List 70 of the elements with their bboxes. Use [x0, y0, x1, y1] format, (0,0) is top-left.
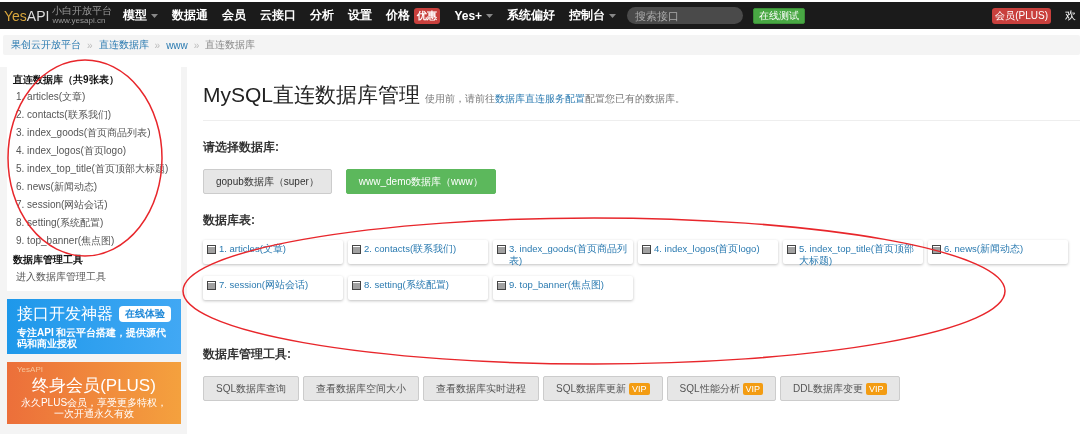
- vip-badge: VIP: [866, 382, 887, 395]
- table-icon: [207, 245, 216, 254]
- banner-title: 接口开发神器: [17, 304, 113, 324]
- banner-logo: YesAPI: [17, 365, 44, 375]
- sidebar-link[interactable]: 6. news(新闻动态): [13, 178, 175, 196]
- breadcrumb-separator: »: [87, 39, 93, 51]
- sidebar-link[interactable]: 8. setting(系统配置): [13, 214, 175, 232]
- table-icon: [642, 245, 651, 254]
- breadcrumb-link[interactable]: 果创云开放平台: [11, 38, 81, 52]
- table-icon: [497, 281, 506, 290]
- table-icon: [352, 245, 361, 254]
- greeting-text: 欢: [1065, 8, 1076, 23]
- banner-text: 永久PLUS会员，享受更多特权，一次开通永久有效: [19, 397, 169, 419]
- breadcrumb-separator: »: [193, 39, 200, 51]
- sidebar-link[interactable]: 进入数据库管理工具: [13, 268, 175, 286]
- menu-item[interactable]: 模型: [116, 2, 166, 29]
- sidebar-link[interactable]: 1. articles(文章): [13, 88, 175, 106]
- table-card[interactable]: 7. session(网站会话): [203, 276, 343, 300]
- menu-item[interactable]: 控制台: [562, 2, 624, 29]
- database-button[interactable]: gopub数据库（super）: [203, 169, 332, 194]
- breadcrumb-link[interactable]: www: [166, 39, 188, 51]
- menu-item[interactable]: 设置: [341, 2, 380, 29]
- vip-badge: VIP: [629, 382, 650, 395]
- membership-badge[interactable]: 会员(PLUS): [992, 7, 1051, 24]
- table-icon: [497, 245, 506, 254]
- breadcrumb-current: 直连数据库: [205, 38, 256, 52]
- section-heading: 数据库表:: [203, 212, 256, 229]
- tool-button[interactable]: SQL数据库查询: [203, 376, 299, 401]
- page-hint: 使用前，请前往数据库直连服务配置配置您已有的数据库。: [425, 92, 685, 106]
- table-card[interactable]: 8. setting(系统配置): [348, 276, 488, 300]
- banner-title: 终身会员(PLUS): [32, 376, 156, 396]
- section-heading: 请选择数据库:: [203, 139, 280, 156]
- table-icon: [352, 281, 361, 290]
- table-card[interactable]: 6. news(新闻动态): [928, 240, 1068, 264]
- tool-button[interactable]: DDL数据库变更 VIP: [780, 376, 900, 401]
- menu-item[interactable]: 系统偏好: [500, 2, 563, 29]
- promo-badge: 优惠: [414, 7, 441, 24]
- promo-banner[interactable]: 接口开发神器 在线体验 专注API 和云平台搭建，提供源代码和商业授权: [7, 299, 181, 354]
- table-icon: [207, 281, 216, 290]
- try-online-button[interactable]: 在线体验: [119, 306, 171, 322]
- sidebar-link[interactable]: 3. index_goods(首页商品列表): [13, 124, 175, 142]
- menu-item[interactable]: 云接口: [253, 2, 304, 29]
- table-card[interactable]: 4. index_logos(首页logo): [638, 240, 778, 264]
- table-icon: [787, 245, 796, 254]
- banner-text: 专注API 和云平台搭建，提供源代码和商业授权: [17, 327, 168, 349]
- search-field[interactable]: 搜索接口: [627, 7, 744, 24]
- menu-item[interactable]: Yes+: [447, 2, 501, 29]
- tool-button[interactable]: SQL数据库更新 VIP: [543, 376, 663, 401]
- table-card[interactable]: 5. index_top_title(首页顶部大标题): [783, 240, 923, 264]
- sidebar-link[interactable]: 4. index_logos(首页logo): [13, 142, 175, 160]
- tool-button[interactable]: 查看数据库实时进程: [423, 376, 539, 401]
- logo-tagline: 小白开放平台: [52, 5, 113, 16]
- config-link[interactable]: 数据库直连服务配置: [495, 93, 585, 104]
- table-card[interactable]: 3. index_goods(首页商品列表): [493, 240, 633, 264]
- logo-text[interactable]: YesAPI: [4, 7, 50, 24]
- table-card[interactable]: 9. top_banner(焦点图): [493, 276, 633, 300]
- section-heading: 数据库管理工具:: [203, 346, 292, 363]
- logo-url: www.yesapi.cn: [52, 15, 106, 26]
- tool-button[interactable]: SQL性能分析 VIP: [666, 376, 777, 401]
- menu-item[interactable]: 数据通: [165, 2, 216, 29]
- tool-button[interactable]: 查看数据库空间大小: [303, 376, 419, 401]
- menu-item[interactable]: 价格 优惠: [379, 2, 448, 29]
- table-icon: [932, 245, 941, 254]
- table-card[interactable]: 2. contacts(联系我们): [348, 240, 488, 264]
- vip-badge: VIP: [742, 382, 764, 395]
- menu-item[interactable]: 会员: [215, 2, 254, 29]
- breadcrumb-separator: »: [154, 39, 161, 51]
- menu-item[interactable]: 分析: [303, 2, 342, 29]
- breadcrumb-link[interactable]: 直连数据库: [98, 38, 149, 52]
- page-title: MySQL直连数据库管理: [203, 82, 420, 108]
